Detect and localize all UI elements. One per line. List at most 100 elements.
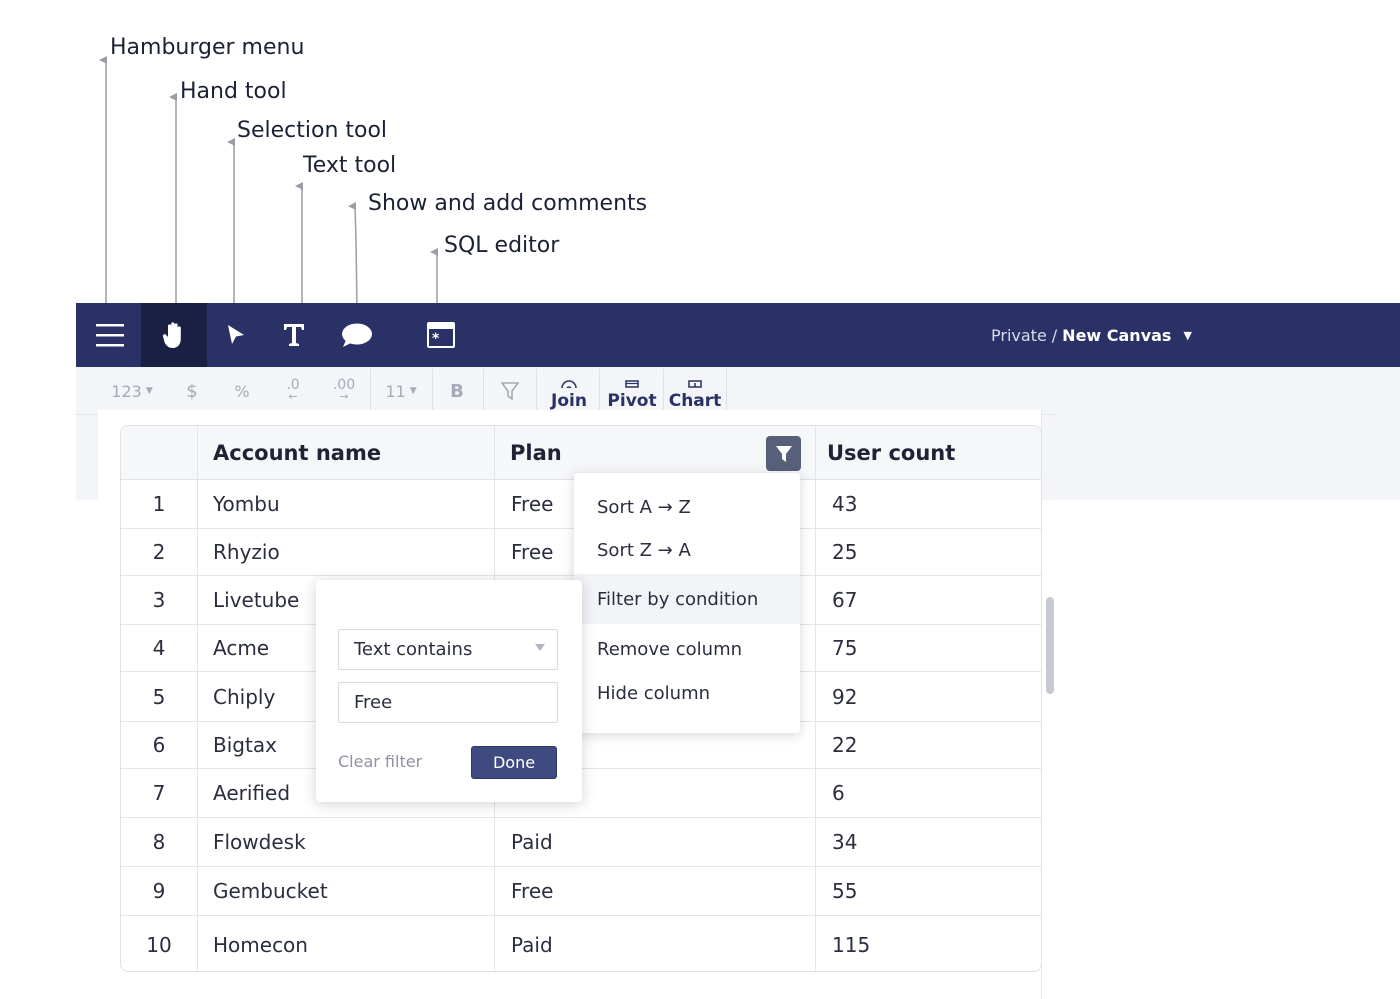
plan-cell[interactable]: Free <box>511 529 553 575</box>
number-format-caret-icon: ▼ <box>145 386 153 396</box>
user-count-cell[interactable]: 115 <box>832 916 870 971</box>
toolbar-divider <box>726 369 727 413</box>
plan-cell[interactable]: Paid <box>511 916 553 971</box>
table-header-row: Account name Plan User count <box>121 426 1041 480</box>
percent-button[interactable]: % <box>226 367 258 415</box>
canvas-name: New Canvas <box>1062 325 1172 345</box>
font-size-caret-icon: ▼ <box>409 386 417 396</box>
condition-select[interactable]: Text contains <box>338 629 558 670</box>
filter-icon <box>775 445 792 462</box>
increase-decimals-button[interactable]: .00 → <box>326 367 362 415</box>
cursor-icon <box>228 325 244 344</box>
account-name-cell[interactable]: Livetube <box>213 576 299 624</box>
svg-text:*: * <box>432 331 440 347</box>
leader-comments <box>348 201 358 313</box>
condition-select-value: Text contains <box>354 639 473 660</box>
user-count-cell[interactable]: 22 <box>832 722 857 768</box>
user-count-cell[interactable]: 25 <box>832 529 857 575</box>
join-label: Join <box>551 391 587 411</box>
menu-sort-z-a[interactable]: Sort Z → A <box>574 525 800 575</box>
pivot-label: Pivot <box>607 391 657 411</box>
arrow-left-icon: ← <box>288 390 298 403</box>
chart-label: Chart <box>668 391 722 411</box>
sql-editor-button[interactable]: * <box>420 303 462 367</box>
canvas-breadcrumb[interactable]: Private / New Canvas ▼ <box>991 303 1192 367</box>
user-count-cell[interactable]: 6 <box>832 769 845 817</box>
format-toolbar: 123 ▼ $ % .0 ← .00 → 11 ▼ B Join Pivot Cha… <box>76 367 1055 415</box>
table-row: 10 Homecon Paid 115 <box>121 916 1041 971</box>
row-number-cell[interactable]: 4 <box>121 625 197 671</box>
selection-tool-button[interactable] <box>216 303 256 367</box>
account-name-cell[interactable]: Chiply <box>213 672 275 721</box>
user-count-cell[interactable]: 75 <box>832 625 857 671</box>
user-count-cell[interactable]: 43 <box>832 480 857 528</box>
header-account-name[interactable]: Account name <box>198 426 494 480</box>
comments-button[interactable] <box>336 303 378 367</box>
row-number-cell[interactable]: 6 <box>121 722 197 768</box>
hand-tool-button[interactable] <box>141 303 207 367</box>
user-count-cell[interactable]: 67 <box>832 576 857 624</box>
row-number-cell[interactable]: 3 <box>121 576 197 624</box>
callout-hamburger-menu: Hamburger menu <box>110 35 305 60</box>
filter-toolbar-button[interactable] <box>496 367 524 415</box>
toolbar-divider <box>432 369 433 413</box>
number-format-button[interactable]: 123 ▼ <box>102 367 162 415</box>
account-name-cell[interactable]: Acme <box>213 625 269 671</box>
column-divider <box>815 426 816 971</box>
sql-editor-icon: * <box>427 322 455 348</box>
table-row: 8 Flowdesk Paid 34 <box>121 818 1041 867</box>
account-name-cell[interactable]: Homecon <box>213 916 308 971</box>
clear-filter-link[interactable]: Clear filter <box>338 752 422 771</box>
row-number-cell[interactable]: 1 <box>121 480 197 528</box>
account-name-cell[interactable]: Yombu <box>213 480 280 528</box>
menu-filter-by-condition[interactable]: Filter by condition <box>574 574 800 624</box>
filter-value-input[interactable] <box>338 682 558 723</box>
row-number-cell[interactable]: 9 <box>121 867 197 915</box>
row-number-cell[interactable]: 7 <box>121 769 197 817</box>
join-icon <box>561 380 577 388</box>
column-filter-button[interactable] <box>766 436 801 471</box>
callout-sql-editor: SQL editor <box>444 233 560 258</box>
arrow-right-icon: → <box>339 390 349 403</box>
done-button[interactable]: Done <box>471 746 557 779</box>
number-format-label: 123 <box>111 381 142 401</box>
chart-button[interactable]: Chart <box>668 367 722 415</box>
hamburger-menu-button[interactable] <box>82 303 138 367</box>
font-size-label: 11 <box>385 381 406 401</box>
currency-button[interactable]: $ <box>176 367 208 415</box>
menu-remove-column[interactable]: Remove column <box>574 624 800 674</box>
row-number-cell[interactable]: 8 <box>121 818 197 866</box>
callout-selection-tool: Selection tool <box>237 118 388 143</box>
pivot-button[interactable]: Pivot <box>605 367 659 415</box>
join-button[interactable]: Join <box>544 367 594 415</box>
account-name-cell[interactable]: Rhyzio <box>213 529 280 575</box>
menu-hide-column[interactable]: Hide column <box>574 668 800 718</box>
decrease-decimals-button[interactable]: .0 ← <box>276 367 310 415</box>
hamburger-icon <box>96 324 124 347</box>
user-count-cell[interactable]: 55 <box>832 867 857 915</box>
vertical-scrollbar[interactable] <box>1046 597 1054 694</box>
filter-icon <box>501 382 519 400</box>
callout-text-tool: Text tool <box>303 153 397 178</box>
row-number-cell[interactable]: 10 <box>121 916 197 971</box>
row-number-cell[interactable]: 2 <box>121 529 197 575</box>
header-user-count[interactable]: User count <box>812 426 1041 480</box>
account-name-cell[interactable]: Aerified <box>213 769 290 817</box>
breadcrumb-separator: / <box>1051 325 1058 345</box>
top-navbar: * Private / New Canvas ▼ <box>76 303 1400 367</box>
user-count-cell[interactable]: 34 <box>832 818 857 866</box>
column-menu: Sort A → Z Sort Z → A Filter by conditio… <box>574 473 800 733</box>
row-number-cell[interactable]: 5 <box>121 672 197 721</box>
callout-comments: Show and add comments <box>368 191 648 216</box>
bold-button[interactable]: B <box>444 367 470 415</box>
plan-cell[interactable]: Free <box>511 867 553 915</box>
account-name-cell[interactable]: Bigtax <box>213 722 277 768</box>
account-name-cell[interactable]: Gembucket <box>213 867 328 915</box>
account-name-cell[interactable]: Flowdesk <box>213 818 306 866</box>
toolbar-divider <box>370 369 371 413</box>
text-tool-button[interactable] <box>274 303 314 367</box>
font-size-button[interactable]: 11 ▼ <box>378 367 424 415</box>
plan-cell[interactable]: Paid <box>511 818 553 866</box>
plan-cell[interactable]: Free <box>511 480 553 528</box>
user-count-cell[interactable]: 92 <box>832 672 857 721</box>
